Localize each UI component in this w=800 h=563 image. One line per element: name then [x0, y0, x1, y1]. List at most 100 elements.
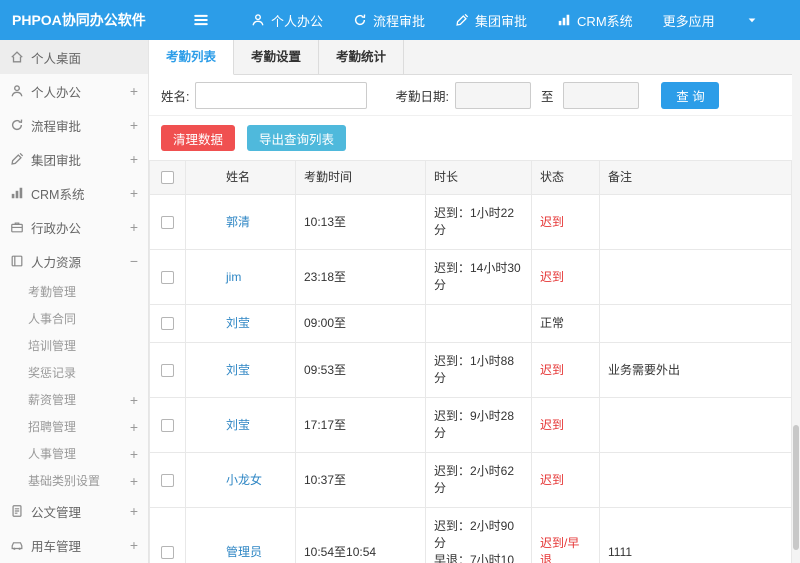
attendance-time-cell: 23:18至	[295, 249, 426, 305]
employee-name-link[interactable]: 管理员	[226, 545, 262, 559]
sidebar-subitem-reward-punishment[interactable]: 奖惩记录	[0, 359, 148, 386]
apps-caret-down-icon[interactable]	[746, 14, 758, 26]
row-select-cell	[149, 194, 186, 250]
clear-data-button[interactable]: 清理数据	[161, 125, 236, 151]
sidebar-subitem-personnel-management[interactable]: 人事管理 +	[0, 440, 148, 467]
search-button[interactable]: 查 询	[661, 81, 720, 109]
row-select-cell	[149, 304, 186, 343]
select-all-cell	[149, 160, 186, 195]
sidebar-subitem-salary-management[interactable]: 薪资管理 +	[0, 386, 148, 413]
sidebar-item-label: 个人桌面	[31, 51, 82, 66]
status-cell: 正常	[531, 304, 600, 343]
row-checkbox[interactable]	[161, 418, 174, 432]
duration-cell: 迟到：1小时22分	[425, 194, 532, 250]
status-cell: 迟到	[531, 452, 600, 508]
employee-name-cell: 小龙女	[185, 452, 296, 508]
employee-name-cell: jim	[185, 249, 296, 305]
edit-icon	[10, 152, 31, 166]
date-start-input[interactable]	[454, 81, 531, 109]
sidebar-subitem-personnel-contract[interactable]: 人事合同	[0, 305, 148, 332]
scrollbar-thumb[interactable]	[793, 425, 799, 550]
sidebar-subitem-base-category-settings[interactable]: 基础类别设置 +	[0, 467, 148, 494]
row-select-cell	[149, 397, 186, 453]
sidebar-subitem-label: 基础类别设置	[28, 474, 101, 488]
sidebar-item-personal-desktop[interactable]: 个人桌面	[0, 40, 148, 74]
select-all-checkbox[interactable]	[161, 171, 174, 185]
expand-toggle: +	[129, 117, 138, 133]
sidebar-item-label: 流程审批	[31, 119, 82, 134]
expand-toggle: +	[129, 445, 138, 462]
expand-toggle: +	[129, 151, 138, 167]
nav-item-group-approval[interactable]: 集团审批	[440, 0, 542, 40]
column-header: 考勤时间	[295, 160, 426, 195]
employee-name-link[interactable]: 郭清	[226, 215, 250, 229]
duration-cell: 迟到：14小时30分	[425, 249, 532, 305]
row-checkbox[interactable]	[161, 270, 174, 284]
nav-item-label: CRM系统	[577, 13, 633, 29]
sidebar-item-group-approval[interactable]: 集团审批 +	[0, 142, 148, 176]
sidebar-item-personal-office[interactable]: 个人办公 +	[0, 74, 148, 108]
sidebar-subitem-training-management[interactable]: 培训管理	[0, 332, 148, 359]
employee-name-link[interactable]: 刘莹	[226, 418, 250, 432]
nav-item-personal-office[interactable]: 个人办公	[236, 0, 338, 40]
employee-name-link[interactable]: 小龙女	[226, 473, 262, 487]
attendance-table: 姓名 考勤时间 时长 状态 备注郭清 10:13至 迟到：1小时22分迟到 jim 23:18至…	[149, 160, 792, 563]
employee-name-link[interactable]: jim	[226, 270, 241, 284]
sidebar-item-label: 人力资源	[31, 255, 82, 270]
car-icon	[10, 538, 31, 552]
sidebar-item-crm-system[interactable]: CRM系统 +	[0, 176, 148, 210]
row-select-cell	[149, 452, 186, 508]
nav-item-more-apps[interactable]: 更多应用	[648, 0, 736, 40]
note-cell	[599, 452, 792, 508]
note-cell	[599, 397, 792, 453]
menu-toggle-icon[interactable]	[188, 11, 214, 29]
vertical-scrollbar[interactable]	[792, 40, 800, 563]
sidebar-item-vehicle-management[interactable]: 用车管理 +	[0, 528, 148, 562]
sidebar-item-label: 行政办公	[31, 221, 82, 236]
attendance-time-cell: 10:37至	[295, 452, 426, 508]
sidebar-subitem-label: 薪资管理	[28, 393, 77, 407]
sidebar-item-human-resources[interactable]: 人力资源 −	[0, 244, 148, 278]
sidebar-item-doc-management[interactable]: 公文管理 +	[0, 494, 148, 528]
tab-attendance-settings[interactable]: 考勤设置	[234, 40, 320, 75]
expand-toggle: +	[129, 503, 138, 519]
attendance-time-cell: 10:13至	[295, 194, 426, 250]
sidebar-subitem-label: 考勤管理	[28, 285, 77, 299]
row-checkbox[interactable]	[161, 545, 174, 559]
nav-item-workflow-approval[interactable]: 流程审批	[338, 0, 440, 40]
tab-attendance-list[interactable]: 考勤列表	[149, 40, 235, 75]
row-checkbox[interactable]	[161, 473, 174, 487]
name-input[interactable]	[195, 81, 368, 109]
user-icon	[251, 13, 265, 27]
process-icon	[353, 13, 367, 27]
user-icon	[10, 84, 31, 98]
to-label: 至	[540, 89, 554, 104]
sidebar-item-workflow-approval[interactable]: 流程审批 +	[0, 108, 148, 142]
column-header: 状态	[531, 160, 600, 195]
export-list-button[interactable]: 导出查询列表	[247, 125, 347, 151]
doc-icon	[10, 504, 31, 518]
employee-name-cell: 刘莹	[185, 304, 296, 343]
note-cell: 1111	[599, 507, 792, 563]
row-checkbox[interactable]	[161, 363, 174, 377]
sidebar-item-admin-office[interactable]: 行政办公 +	[0, 210, 148, 244]
employee-name-link[interactable]: 刘莹	[226, 316, 250, 330]
attendance-time-cell: 09:00至	[295, 304, 426, 343]
main-content: 考勤列表 考勤设置 考勤统计 姓名: 考勤日期: 至 查 询 清理数据 导出查询列表…	[149, 40, 792, 563]
table-row: jim 23:18至 迟到：14小时30分 迟到	[149, 249, 792, 305]
sidebar-subitem-recruitment-management[interactable]: 招聘管理 +	[0, 413, 148, 440]
name-label: 姓名:	[161, 89, 190, 104]
date-end-input[interactable]	[563, 81, 640, 109]
nav-item-crm-system[interactable]: CRM系统	[542, 0, 648, 40]
row-checkbox[interactable]	[161, 215, 174, 229]
sidebar-subitem-label: 人事合同	[28, 312, 77, 326]
action-bar: 清理数据 导出查询列表	[149, 116, 792, 160]
table-header-row: 姓名 考勤时间 时长 状态 备注	[149, 160, 792, 195]
duration-cell	[425, 304, 532, 343]
employee-name-link[interactable]: 刘莹	[226, 363, 250, 377]
date-label: 考勤日期:	[395, 89, 449, 104]
status-cell: 迟到/早退	[531, 507, 600, 563]
tab-attendance-stats[interactable]: 考勤统计	[319, 40, 405, 75]
row-checkbox[interactable]	[161, 317, 174, 331]
sidebar-subitem-attendance-management[interactable]: 考勤管理	[0, 278, 148, 305]
